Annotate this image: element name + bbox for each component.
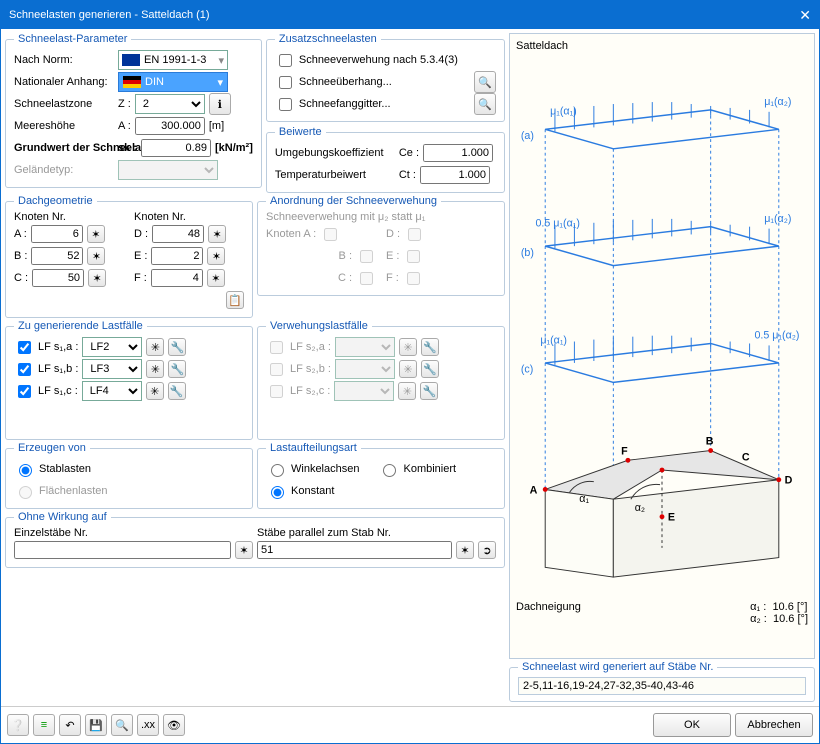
dist-comb-radio[interactable] (383, 464, 396, 477)
lc-c-check[interactable] (18, 385, 31, 398)
save-icon[interactable]: 💾 (85, 714, 107, 736)
single-members-input[interactable] (14, 541, 231, 559)
cancel-button[interactable]: Abbrechen (735, 713, 813, 737)
pick-c-icon[interactable]: ✶ (88, 269, 106, 287)
svg-text:F: F (621, 445, 628, 457)
lc-b-select[interactable]: LF3 (82, 359, 142, 379)
ct-input[interactable] (420, 166, 490, 184)
pick-b-icon[interactable]: ✶ (87, 247, 105, 265)
pick-a-icon[interactable]: ✶ (87, 225, 105, 243)
gen-group: Erzeugen von Stablasten Flächenlasten (5, 442, 253, 509)
lc-c-edit-icon[interactable]: 🔧 (168, 382, 186, 400)
apply-parallel-icon[interactable]: ➲ (478, 541, 496, 559)
geom-group: Dachgeometrie Knoten Nr. A :✶ B :✶ C :✶ … (5, 195, 253, 318)
terrain-select (118, 160, 218, 180)
svg-text:0.5 μ₁(α₁): 0.5 μ₁(α₁) (535, 218, 580, 230)
lc-b-edit-icon[interactable]: 🔧 (168, 360, 186, 378)
calc-icon[interactable]: ≡ (33, 714, 55, 736)
altitude-input[interactable] (135, 117, 205, 135)
dist-angle-radio[interactable] (271, 464, 284, 477)
svg-text:(b): (b) (521, 247, 534, 259)
geom-a[interactable] (31, 225, 83, 243)
output-group: Schneelast wird generiert auf Stäbe Nr. … (509, 661, 815, 702)
extra-group: Zusatzschneelasten Schneeverwehung nach … (266, 33, 505, 122)
overhang-edit-icon[interactable]: 🔍 (474, 71, 496, 93)
pick-members-icon[interactable]: ✶ (235, 541, 253, 559)
geom-e[interactable] (151, 247, 203, 265)
vlc-group: Verwehungslastfälle LF s₂,a :✳🔧 LF s₂,b … (257, 320, 505, 440)
output-members: 2-5,11-16,19-24,27-32,35-40,43-46 (518, 677, 806, 695)
pick-d-icon[interactable]: ✶ (208, 225, 226, 243)
svg-text:(c): (c) (521, 364, 533, 376)
svg-text:μ₁(α₂): μ₁(α₂) (764, 96, 791, 108)
close-icon[interactable]: ✕ (799, 7, 811, 24)
dist-group: Lastaufteilungsart Winkelachsen Kombinie… (257, 442, 505, 509)
svg-text:(a): (a) (521, 130, 534, 142)
params-group: Schneelast-Parameter Nach Norm: EN 1991-… (5, 33, 262, 188)
geom-f[interactable] (151, 269, 203, 287)
svg-text:α₁: α₁ (579, 493, 589, 505)
lc-a-new-icon[interactable]: ✳ (146, 338, 164, 356)
lc-group: Zu generierende Lastfälle LF s₁,a :LF2✳🔧… (5, 320, 253, 440)
drift-check[interactable] (279, 54, 292, 67)
titlebar: Schneelasten generieren - Satteldach (1)… (1, 1, 819, 29)
lc-b-check[interactable] (18, 363, 31, 376)
roof-diagram: (a) μ₁(α₁) μ₁(α₂) (b) 0.5 μ₁(α₁) μ₁(α₂) (c… (516, 54, 808, 594)
pick-parallel-icon[interactable]: ✶ (456, 541, 474, 559)
precision-icon[interactable]: .xx (137, 714, 159, 736)
window-title: Schneelasten generieren - Satteldach (1) (9, 9, 210, 21)
svg-text:0.5 μ₁(α₂): 0.5 μ₁(α₂) (754, 330, 799, 342)
svg-text:μ₁(α₁): μ₁(α₁) (540, 334, 567, 346)
svg-text:A: A (530, 484, 538, 496)
help-icon[interactable]: ❔ (7, 714, 29, 736)
svg-text:μ₁(α₁): μ₁(α₁) (550, 106, 577, 118)
svg-text:μ₁(α₂): μ₁(α₂) (764, 213, 791, 225)
sk-input[interactable] (141, 139, 211, 157)
effect-group: Ohne Wirkung auf Einzelstäbe Nr. ✶ Stäbe… (5, 511, 505, 568)
lc-c-select[interactable]: LF4 (82, 381, 142, 401)
svg-text:B: B (706, 436, 714, 448)
undo-icon[interactable]: ↶ (59, 714, 81, 736)
overhang-check[interactable] (279, 76, 292, 89)
ce-input[interactable] (423, 144, 493, 162)
find-icon[interactable]: 🔍 (111, 714, 133, 736)
geom-list-icon[interactable]: 📋 (226, 291, 244, 309)
coeff-group: Beiwerte UmgebungskoeffizientCe : Temper… (266, 126, 505, 193)
pick-e-icon[interactable]: ✶ (207, 247, 225, 265)
svg-text:C: C (742, 451, 750, 463)
geom-b[interactable] (31, 247, 83, 265)
drift-group: Anordnung der Schneeverwehung Schneeverw… (257, 195, 505, 296)
gen-bar-radio[interactable] (19, 464, 32, 477)
lc-b-new-icon[interactable]: ✳ (146, 360, 164, 378)
guard-check[interactable] (279, 98, 292, 111)
lc-a-select[interactable]: LF2 (82, 337, 142, 357)
lc-c-new-icon[interactable]: ✳ (146, 382, 164, 400)
guard-edit-icon[interactable]: 🔍 (474, 93, 496, 115)
annex-select[interactable]: DIN▾ (118, 72, 228, 92)
norm-select[interactable]: EN 1991-1-3▾ (118, 50, 228, 70)
diagram-panel: Satteldach (a) μ₁(α₁)μ₁(α₂) (b) 0.5 μ₁(α… (509, 33, 815, 659)
pick-f-icon[interactable]: ✶ (207, 269, 225, 287)
dist-const-radio[interactable] (271, 486, 284, 499)
zone-info-icon[interactable]: ℹ (209, 93, 231, 115)
ok-button[interactable]: OK (653, 713, 731, 737)
parallel-input[interactable] (257, 541, 452, 559)
zone-select[interactable]: 2 (135, 94, 205, 114)
lc-a-check[interactable] (18, 341, 31, 354)
geom-d[interactable] (152, 225, 204, 243)
svg-text:D: D (785, 475, 793, 487)
lc-a-edit-icon[interactable]: 🔧 (168, 338, 186, 356)
svg-text:α₂: α₂ (635, 502, 645, 514)
geom-c[interactable] (32, 269, 84, 287)
svg-text:E: E (668, 512, 675, 524)
view-icon[interactable]: 👁 (163, 714, 185, 736)
